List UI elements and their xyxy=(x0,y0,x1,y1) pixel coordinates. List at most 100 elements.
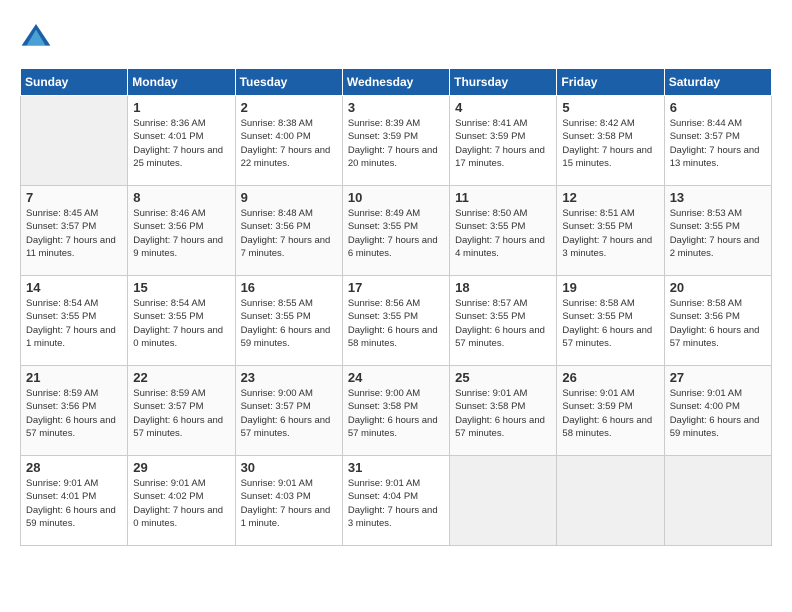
day-number: 7 xyxy=(26,190,122,205)
day-number: 28 xyxy=(26,460,122,475)
day-number: 14 xyxy=(26,280,122,295)
day-number: 13 xyxy=(670,190,766,205)
calendar-cell: 8 Sunrise: 8:46 AM Sunset: 3:56 PM Daylig… xyxy=(128,186,235,276)
day-info: Sunrise: 8:48 AM Sunset: 3:56 PM Dayligh… xyxy=(241,207,337,260)
calendar-cell: 4Sunrise: 8:41 AM Sunset: 3:59 PM Daylig… xyxy=(450,96,557,186)
day-info: Sunrise: 9:00 AM Sunset: 3:57 PM Dayligh… xyxy=(241,387,337,440)
calendar-cell: 1 Sunrise: 8:36 AM Sunset: 4:01 PM Daylig… xyxy=(128,96,235,186)
day-number: 9 xyxy=(241,190,337,205)
day-info: Sunrise: 8:56 AM Sunset: 3:55 PM Dayligh… xyxy=(348,297,444,350)
day-number: 23 xyxy=(241,370,337,385)
calendar-cell xyxy=(450,456,557,546)
column-header-sunday: Sunday xyxy=(21,69,128,96)
day-info: Sunrise: 8:57 AM Sunset: 3:55 PM Dayligh… xyxy=(455,297,551,350)
day-info: Sunrise: 8:38 AM Sunset: 4:00 PM Dayligh… xyxy=(241,117,337,170)
calendar-cell: 20Sunrise: 8:58 AM Sunset: 3:56 PM Dayli… xyxy=(664,276,771,366)
day-info: Sunrise: 8:54 AM Sunset: 3:55 PM Dayligh… xyxy=(133,297,229,350)
calendar-week-4: 21 Sunrise: 8:59 AM Sunset: 3:56 PM Dayli… xyxy=(21,366,772,456)
day-info: Sunrise: 9:01 AM Sunset: 4:02 PM Dayligh… xyxy=(133,477,229,530)
calendar-cell: 21 Sunrise: 8:59 AM Sunset: 3:56 PM Dayli… xyxy=(21,366,128,456)
day-number: 10 xyxy=(348,190,444,205)
day-info: Sunrise: 8:58 AM Sunset: 3:55 PM Dayligh… xyxy=(562,297,658,350)
calendar-cell: 30 Sunrise: 9:01 AM Sunset: 4:03 PM Dayli… xyxy=(235,456,342,546)
calendar-cell: 17 Sunrise: 8:56 AM Sunset: 3:55 PM Dayli… xyxy=(342,276,449,366)
day-info: Sunrise: 9:01 AM Sunset: 3:59 PM Dayligh… xyxy=(562,387,658,440)
day-info: Sunrise: 8:36 AM Sunset: 4:01 PM Dayligh… xyxy=(133,117,229,170)
calendar-cell: 29 Sunrise: 9:01 AM Sunset: 4:02 PM Dayli… xyxy=(128,456,235,546)
day-number: 6 xyxy=(670,100,766,115)
day-info: Sunrise: 9:01 AM Sunset: 4:03 PM Dayligh… xyxy=(241,477,337,530)
calendar-cell: 6 Sunrise: 8:44 AM Sunset: 3:57 PM Daylig… xyxy=(664,96,771,186)
day-info: Sunrise: 8:59 AM Sunset: 3:56 PM Dayligh… xyxy=(26,387,122,440)
calendar-cell: 10 Sunrise: 8:49 AM Sunset: 3:55 PM Dayli… xyxy=(342,186,449,276)
day-info: Sunrise: 8:51 AM Sunset: 3:55 PM Dayligh… xyxy=(562,207,658,260)
calendar-week-2: 7 Sunrise: 8:45 AM Sunset: 3:57 PM Daylig… xyxy=(21,186,772,276)
calendar-body: 1 Sunrise: 8:36 AM Sunset: 4:01 PM Daylig… xyxy=(21,96,772,546)
calendar-cell: 12 Sunrise: 8:51 AM Sunset: 3:55 PM Dayli… xyxy=(557,186,664,276)
calendar-cell: 27Sunrise: 9:01 AM Sunset: 4:00 PM Dayli… xyxy=(664,366,771,456)
day-info: Sunrise: 8:49 AM Sunset: 3:55 PM Dayligh… xyxy=(348,207,444,260)
day-number: 15 xyxy=(133,280,229,295)
calendar-cell: 19Sunrise: 8:58 AM Sunset: 3:55 PM Dayli… xyxy=(557,276,664,366)
day-number: 3 xyxy=(348,100,444,115)
day-info: Sunrise: 9:00 AM Sunset: 3:58 PM Dayligh… xyxy=(348,387,444,440)
calendar-cell: 18Sunrise: 8:57 AM Sunset: 3:55 PM Dayli… xyxy=(450,276,557,366)
day-number: 21 xyxy=(26,370,122,385)
day-number: 24 xyxy=(348,370,444,385)
calendar-cell: 3 Sunrise: 8:39 AM Sunset: 3:59 PM Daylig… xyxy=(342,96,449,186)
day-info: Sunrise: 8:42 AM Sunset: 3:58 PM Dayligh… xyxy=(562,117,658,170)
calendar-cell: 24 Sunrise: 9:00 AM Sunset: 3:58 PM Dayli… xyxy=(342,366,449,456)
calendar-cell: 5 Sunrise: 8:42 AM Sunset: 3:58 PM Daylig… xyxy=(557,96,664,186)
calendar-cell: 22Sunrise: 8:59 AM Sunset: 3:57 PM Dayli… xyxy=(128,366,235,456)
calendar-cell: 15 Sunrise: 8:54 AM Sunset: 3:55 PM Dayli… xyxy=(128,276,235,366)
calendar-cell: 13 Sunrise: 8:53 AM Sunset: 3:55 PM Dayli… xyxy=(664,186,771,276)
calendar-table: SundayMondayTuesdayWednesdayThursdayFrid… xyxy=(20,68,772,546)
day-number: 8 xyxy=(133,190,229,205)
day-number: 16 xyxy=(241,280,337,295)
day-info: Sunrise: 8:55 AM Sunset: 3:55 PM Dayligh… xyxy=(241,297,337,350)
calendar-cell xyxy=(664,456,771,546)
page-header xyxy=(20,20,772,52)
calendar-cell: 2 Sunrise: 8:38 AM Sunset: 4:00 PM Daylig… xyxy=(235,96,342,186)
day-info: Sunrise: 9:01 AM Sunset: 4:04 PM Dayligh… xyxy=(348,477,444,530)
day-info: Sunrise: 9:01 AM Sunset: 4:01 PM Dayligh… xyxy=(26,477,122,530)
day-number: 1 xyxy=(133,100,229,115)
calendar-cell: 25Sunrise: 9:01 AM Sunset: 3:58 PM Dayli… xyxy=(450,366,557,456)
calendar-week-1: 1 Sunrise: 8:36 AM Sunset: 4:01 PM Daylig… xyxy=(21,96,772,186)
day-number: 12 xyxy=(562,190,658,205)
column-header-tuesday: Tuesday xyxy=(235,69,342,96)
calendar-cell: 26 Sunrise: 9:01 AM Sunset: 3:59 PM Dayli… xyxy=(557,366,664,456)
column-header-saturday: Saturday xyxy=(664,69,771,96)
calendar-cell: 9 Sunrise: 8:48 AM Sunset: 3:56 PM Daylig… xyxy=(235,186,342,276)
column-header-friday: Friday xyxy=(557,69,664,96)
calendar-cell: 23 Sunrise: 9:00 AM Sunset: 3:57 PM Dayli… xyxy=(235,366,342,456)
day-number: 31 xyxy=(348,460,444,475)
day-info: Sunrise: 8:39 AM Sunset: 3:59 PM Dayligh… xyxy=(348,117,444,170)
day-number: 27 xyxy=(670,370,766,385)
day-number: 22 xyxy=(133,370,229,385)
day-number: 29 xyxy=(133,460,229,475)
day-number: 17 xyxy=(348,280,444,295)
calendar-week-5: 28 Sunrise: 9:01 AM Sunset: 4:01 PM Dayli… xyxy=(21,456,772,546)
day-info: Sunrise: 8:41 AM Sunset: 3:59 PM Dayligh… xyxy=(455,117,551,170)
day-number: 20 xyxy=(670,280,766,295)
day-number: 25 xyxy=(455,370,551,385)
day-number: 26 xyxy=(562,370,658,385)
day-number: 2 xyxy=(241,100,337,115)
day-number: 30 xyxy=(241,460,337,475)
day-info: Sunrise: 8:53 AM Sunset: 3:55 PM Dayligh… xyxy=(670,207,766,260)
day-info: Sunrise: 8:45 AM Sunset: 3:57 PM Dayligh… xyxy=(26,207,122,260)
day-number: 11 xyxy=(455,190,551,205)
header-row: SundayMondayTuesdayWednesdayThursdayFrid… xyxy=(21,69,772,96)
day-info: Sunrise: 8:50 AM Sunset: 3:55 PM Dayligh… xyxy=(455,207,551,260)
day-number: 5 xyxy=(562,100,658,115)
day-info: Sunrise: 8:46 AM Sunset: 3:56 PM Dayligh… xyxy=(133,207,229,260)
column-header-monday: Monday xyxy=(128,69,235,96)
calendar-cell xyxy=(21,96,128,186)
calendar-header: SundayMondayTuesdayWednesdayThursdayFrid… xyxy=(21,69,772,96)
calendar-cell: 16 Sunrise: 8:55 AM Sunset: 3:55 PM Dayli… xyxy=(235,276,342,366)
calendar-cell: 31 Sunrise: 9:01 AM Sunset: 4:04 PM Dayli… xyxy=(342,456,449,546)
day-info: Sunrise: 8:54 AM Sunset: 3:55 PM Dayligh… xyxy=(26,297,122,350)
calendar-cell: 28 Sunrise: 9:01 AM Sunset: 4:01 PM Dayli… xyxy=(21,456,128,546)
day-info: Sunrise: 8:44 AM Sunset: 3:57 PM Dayligh… xyxy=(670,117,766,170)
